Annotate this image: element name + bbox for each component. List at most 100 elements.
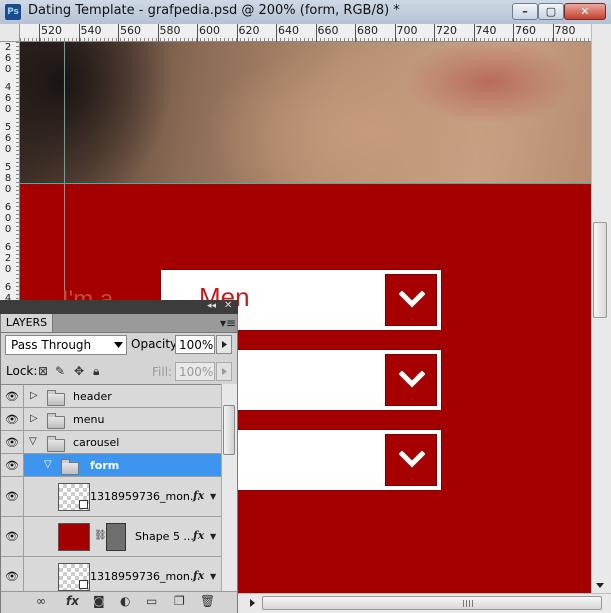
minimize-button[interactable]: – [512,3,538,20]
visibility-eye-icon[interactable]: 👁︎ [5,436,19,449]
maximize-button[interactable]: ▢ [538,3,564,20]
canvas-horizontal-scroll-thumb[interactable] [262,596,602,610]
ruler-label: 5 [4,122,12,133]
folder-icon [47,413,65,429]
lock-transparent-icon[interactable]: ⊠ [38,364,48,378]
dropdown-arrow-button[interactable] [385,274,437,326]
chevron-down-icon [399,451,425,468]
smart-object-icon [79,580,88,589]
chevron-down-icon[interactable]: ▼ [210,532,216,541]
layer-row-smart-object[interactable]: 👁︎ 1318959736_mon... fx ▼ [1,557,221,592]
layer-name: 1318959736_mon... [90,570,201,583]
horizontal-guide[interactable] [20,183,591,184]
expand-triangle-icon[interactable]: ▷ [30,413,38,424]
horizontal-ruler[interactable]: 520 540 560 580 600 620 640 660 680 700 720 740 760 7… [20,24,591,42]
panel-title-strip[interactable] [0,300,238,314]
layer-thumbnail [58,483,90,511]
minimize-icon: – [522,5,528,18]
visibility-eye-icon[interactable]: 👁︎ [5,413,19,426]
ruler-label: 740 [475,24,497,37]
collapse-panel-icon[interactable]: ◂◂ [207,301,216,311]
dropdown-arrow-button[interactable] [385,354,437,406]
chevron-down-icon[interactable]: ▼ [210,492,216,501]
ruler-label: 540 [80,24,102,37]
triangle-right-icon [222,368,227,375]
new-group-icon[interactable]: ▭ [146,594,157,608]
close-panel-icon[interactable]: ✕ [224,300,232,311]
ruler-label: 6 [4,93,12,104]
vector-mask-thumbnail [106,523,126,551]
collapse-triangle-icon[interactable]: ▽ [29,436,37,447]
canvas-vertical-scroll-thumb[interactable] [593,222,607,318]
opacity-slider-button[interactable] [216,335,232,354]
scroll-down-arrow-icon[interactable] [593,578,607,592]
visibility-eye-icon[interactable]: 👁︎ [5,490,19,503]
collapse-triangle-icon[interactable]: ▽ [44,459,52,470]
visibility-eye-icon[interactable]: 👁︎ [5,570,19,583]
chevron-down-icon [399,371,425,388]
fill-slider-button[interactable] [216,362,232,381]
ruler-label: 0 [4,64,12,75]
fx-icon[interactable]: fx [193,569,204,582]
layer-row-menu[interactable]: 👁︎ ▷ menu [1,408,221,431]
blend-mode-value: Pass Through [11,338,92,352]
lock-label: Lock: [6,364,38,378]
panel-menu-icon[interactable]: ▾≡ [220,316,236,330]
ruler-label: 0 [4,104,12,115]
maximize-icon: ▢ [545,5,557,18]
layer-name: 1318959736_mon... [90,490,201,503]
layer-name: form [90,459,120,472]
layer-row-smart-object[interactable]: 👁︎ 1318959736_mon... fx ▼ [1,477,221,517]
layer-row-carousel[interactable]: 👁︎ ▽ carousel [1,431,221,454]
opacity-label: Opacity: [131,337,181,351]
layer-name: header [73,390,112,403]
folder-icon [47,436,65,452]
layer-name: Shape 5 ... [135,530,194,543]
new-layer-icon[interactable]: ❐ [174,594,185,608]
adjustment-layer-icon[interactable]: ◐ [120,594,130,608]
close-button[interactable]: ✕ [564,3,606,20]
ruler-label: 0 [4,264,12,275]
add-mask-icon[interactable]: ◙ [93,594,105,608]
link-layers-icon[interactable]: ∞ [36,594,46,608]
visibility-eye-icon[interactable]: 👁︎ [5,459,19,472]
add-style-icon[interactable]: fx [66,594,79,608]
ruler-label: 4 [4,82,12,93]
window-title: Dating Template - grafpedia.psd @ 200% (… [28,3,400,18]
ruler-label: 6 [4,53,12,64]
fx-icon[interactable]: fx [193,489,204,502]
ruler-label: 600 [199,24,220,37]
ruler-label: 520 [41,24,62,37]
visibility-eye-icon[interactable]: 👁︎ [5,390,19,403]
lock-brush-icon[interactable]: ✎ [55,364,65,378]
ruler-label: 640 [278,24,299,37]
layer-row-header[interactable]: 👁︎ ▷ header [1,385,221,408]
opacity-input[interactable]: 100% [175,335,215,354]
layer-row-shape[interactable]: 👁︎ ⛓︎ Shape 5 ... fx ▼ [1,517,221,557]
fx-icon[interactable]: fx [193,529,204,542]
ruler-label: 720 [436,24,457,37]
layer-name: menu [73,413,105,426]
visibility-eye-icon[interactable]: 👁︎ [5,530,19,543]
lock-move-icon[interactable]: ✥ [74,364,84,378]
layers-list[interactable]: 👁︎ ▷ header 👁︎ ▷ menu 👁︎ ▽ carousel 👁︎ ▽… [1,384,221,592]
dropdown-arrow-button[interactable] [385,434,437,486]
ruler-label: 6 [4,202,12,213]
link-icon[interactable]: ⛓︎ [94,530,107,541]
layer-row-form[interactable]: 👁︎ ▽ form [1,454,221,477]
ruler-label: 680 [357,24,378,37]
blend-mode-select[interactable]: Pass Through [5,335,127,355]
ruler-label: 6 [4,242,12,253]
expand-triangle-icon[interactable]: ▷ [30,390,38,401]
ruler-label: 2 [4,253,12,264]
layers-scroll-thumb[interactable] [223,405,235,455]
chevron-down-icon [114,342,123,348]
layer-thumbnail [58,523,90,551]
lock-all-icon[interactable]: 🔒︎ [93,364,99,379]
fill-input[interactable]: 100% [175,362,215,381]
tab-layers[interactable]: LAYERS [1,314,53,332]
trash-icon[interactable]: 🗑︎ [200,594,215,608]
ruler-origin[interactable] [0,24,20,42]
scroll-right-arrow-icon[interactable] [245,596,259,610]
chevron-down-icon[interactable]: ▼ [210,572,216,581]
